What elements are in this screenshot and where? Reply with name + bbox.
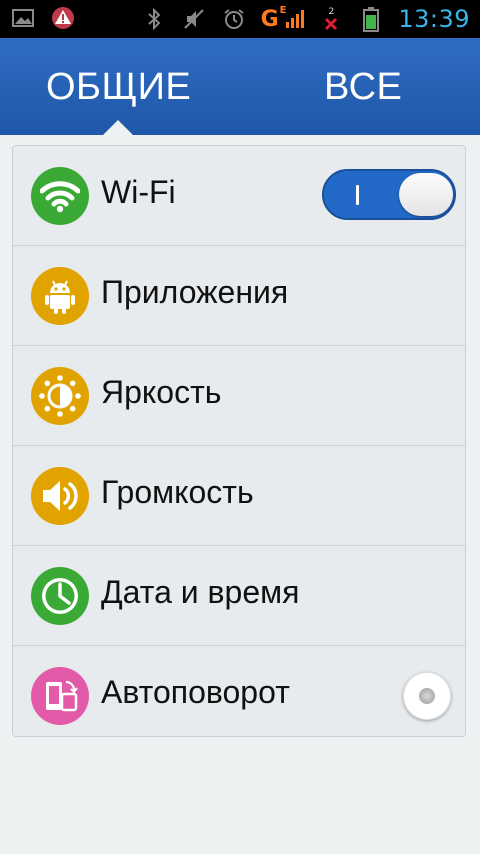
radio-dot — [419, 688, 435, 704]
wifi-toggle[interactable] — [322, 169, 456, 220]
clock-icon — [31, 567, 89, 625]
bluetooth-icon — [141, 6, 167, 32]
apps-label: Приложения — [101, 274, 289, 310]
tab-general[interactable]: ОБЩИЕ — [46, 66, 191, 109]
list-item-datetime[interactable]: Дата и время — [13, 546, 465, 646]
volume-icon — [31, 467, 89, 525]
autorotate-label: Автоповорот — [101, 674, 290, 710]
battery-icon — [358, 6, 384, 32]
list-item-volume[interactable]: Громкость — [13, 446, 465, 546]
tab-all[interactable]: ВСЕ — [324, 66, 402, 109]
image-icon — [10, 5, 36, 31]
selected-tab-indicator — [101, 120, 135, 137]
settings-list: Wi-Fi Приложения Яркость Громкость Дата … — [12, 145, 466, 737]
list-item-autorotate[interactable]: Автоповорот — [13, 646, 465, 736]
autorotate-radio[interactable] — [403, 672, 451, 720]
datetime-label: Дата и время — [101, 574, 300, 610]
status-bar: GE 2 13:39 — [0, 0, 480, 38]
toggle-knob — [399, 173, 453, 216]
mute-icon — [181, 6, 207, 32]
toggle-on-mark — [356, 185, 359, 205]
android-icon — [31, 267, 89, 325]
signal-icon: GE — [261, 5, 305, 32]
status-time: 13:39 — [398, 5, 470, 33]
alarm-icon — [221, 6, 247, 32]
brightness-label: Яркость — [101, 374, 222, 410]
wifi-icon — [31, 167, 89, 225]
brightness-icon — [31, 367, 89, 425]
tab-header: ОБЩИЕ ВСЕ — [0, 38, 480, 135]
wifi-label: Wi-Fi — [101, 174, 176, 210]
list-item-wifi[interactable]: Wi-Fi — [13, 146, 465, 246]
list-item-brightness[interactable]: Яркость — [13, 346, 465, 446]
no-signal-icon: 2 — [318, 6, 344, 32]
volume-label: Громкость — [101, 474, 254, 510]
alert-icon — [50, 5, 76, 31]
rotate-icon — [31, 667, 89, 725]
list-item-apps[interactable]: Приложения — [13, 246, 465, 346]
